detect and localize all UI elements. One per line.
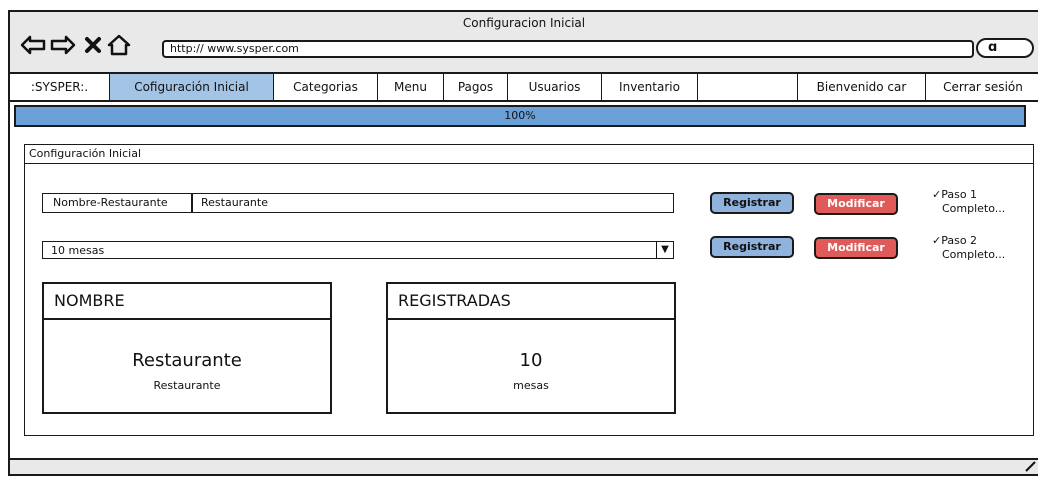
panel-title: Configuración Inicial: [25, 145, 1033, 164]
progress-label: 100%: [504, 109, 536, 122]
menu-item-pagos[interactable]: Pagos: [444, 74, 508, 100]
status-bar: [10, 458, 1038, 474]
menu-item-menu[interactable]: Menu: [378, 74, 444, 100]
forward-icon[interactable]: [50, 34, 76, 56]
progress-bar: 100%: [14, 105, 1026, 127]
registered-card-value: 10: [519, 350, 543, 371]
menu-item-welcome: Bienvenido car: [798, 74, 926, 100]
home-icon[interactable]: [106, 34, 132, 56]
registered-card: REGISTRADAS 10 mesas: [386, 282, 676, 414]
menu-item-categorias[interactable]: Categorias: [274, 74, 378, 100]
menu-item-config[interactable]: Cofiguración Inicial: [110, 74, 274, 100]
menu-item-inventario[interactable]: Inventario: [602, 74, 698, 100]
register-button-1[interactable]: Registrar: [710, 192, 794, 214]
main-menu: :SYSPER:. Cofiguración Inicial Categoria…: [10, 74, 1038, 102]
chevron-down-icon[interactable]: ▼: [656, 242, 673, 258]
check-icon: ✓: [932, 234, 942, 247]
name-card-header: NOMBRE: [44, 284, 330, 320]
step1-status: ✓Paso 1 Completo...: [932, 188, 1006, 215]
restaurant-name-label: Nombre-Restaurante: [42, 193, 192, 213]
register-button-2[interactable]: Registrar: [710, 236, 794, 258]
window-title: Configuracion Inicial: [462, 16, 586, 30]
tables-select[interactable]: 10 mesas ▼: [42, 241, 674, 259]
name-card: NOMBRE Restaurante Restaurante: [42, 282, 332, 414]
name-card-value: Restaurante: [132, 350, 242, 371]
restaurant-name-input[interactable]: Restaurante: [192, 193, 674, 213]
name-card-caption: Restaurante: [153, 379, 221, 392]
address-bar[interactable]: http:// www.sysper.com: [162, 40, 974, 58]
title-bar: Configuracion Inicial http:// www.sysper…: [10, 12, 1038, 74]
resize-grip-icon[interactable]: [1024, 460, 1036, 472]
modify-button-2[interactable]: Modificar: [814, 237, 898, 259]
registered-card-caption: mesas: [513, 379, 549, 392]
close-icon[interactable]: [80, 34, 106, 56]
menu-item-logout[interactable]: Cerrar sesión: [926, 74, 1040, 100]
check-icon: ✓: [932, 188, 942, 201]
search-icon: ɑ: [988, 40, 998, 55]
menu-item-usuarios[interactable]: Usuarios: [508, 74, 602, 100]
modify-button-1[interactable]: Modificar: [814, 193, 898, 215]
step2-status: ✓Paso 2 Completo...: [932, 234, 1006, 261]
registered-card-header: REGISTRADAS: [388, 284, 674, 320]
menu-item-brand[interactable]: :SYSPER:.: [10, 74, 110, 100]
search-button[interactable]: ɑ: [976, 38, 1034, 58]
menu-item-empty: [698, 74, 798, 100]
back-icon[interactable]: [20, 34, 46, 56]
